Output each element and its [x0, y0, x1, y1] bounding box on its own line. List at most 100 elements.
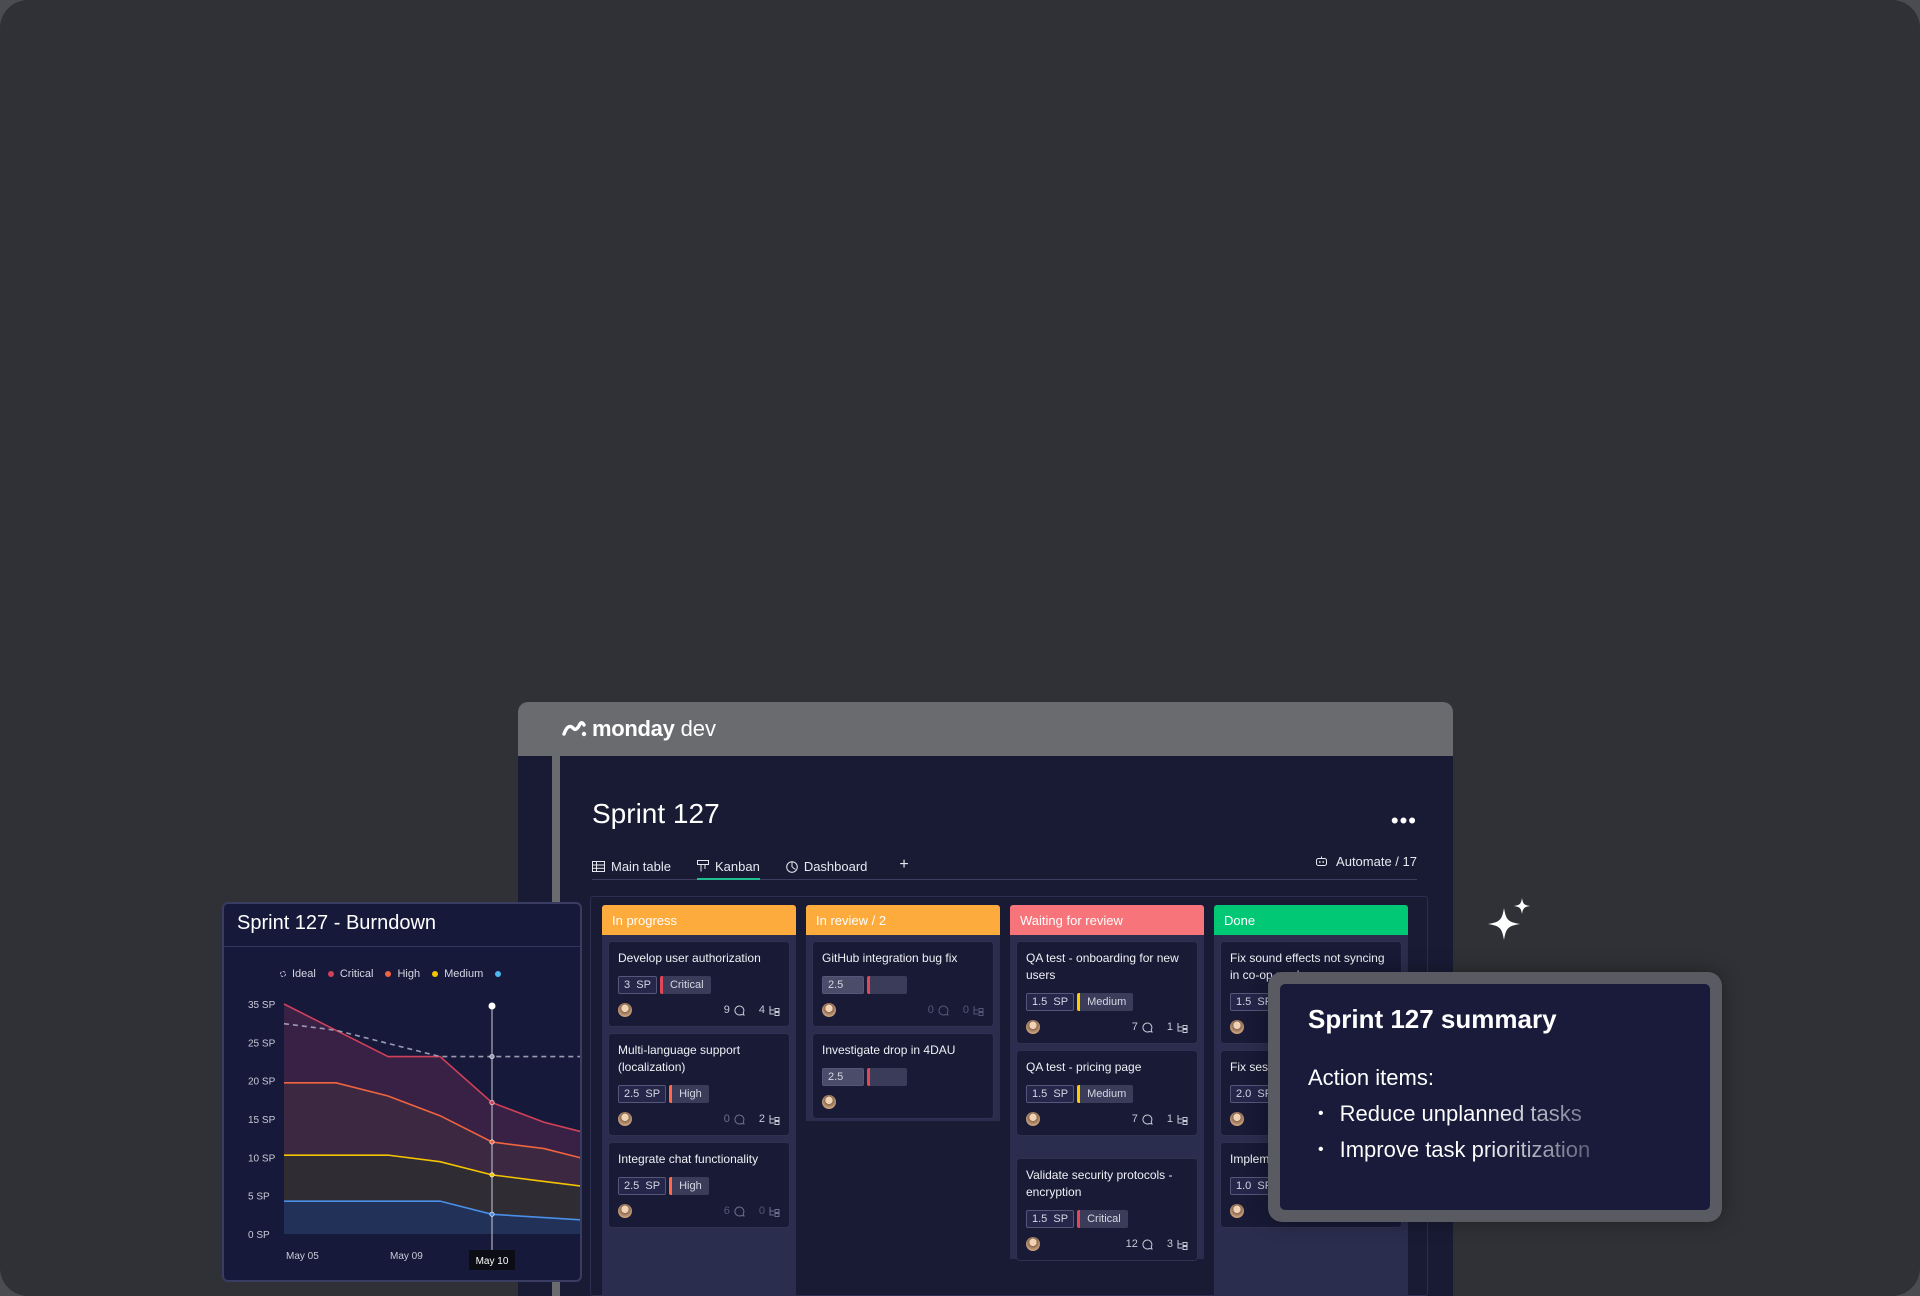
column-header[interactable]: In review / 2	[806, 905, 1000, 935]
comments-count: 6	[724, 1205, 745, 1217]
data-point	[489, 1100, 495, 1106]
subitems-count: 3	[1167, 1238, 1188, 1250]
task-card[interactable]: Multi-language support (localization) 2.…	[608, 1033, 790, 1136]
column-header[interactable]: Waiting for review	[1010, 905, 1204, 935]
y-tick-label: 0 SP	[248, 1230, 270, 1241]
avatar[interactable]	[618, 1003, 632, 1017]
add-view-button[interactable]: +	[899, 854, 908, 876]
story-points-badge: 2.5	[822, 976, 864, 994]
card-title: QA test - onboarding for new users	[1026, 951, 1179, 982]
table-icon	[592, 861, 605, 872]
burndown-widget: Sprint 127 - Burndown Ideal Critical Hig…	[222, 902, 582, 1282]
monday-logo-icon	[562, 721, 587, 737]
kanban-column-in-review: In review / 2 GitHub integration bug fix…	[806, 905, 1000, 1121]
task-card[interactable]: QA test - pricing page 1.5 SP Medium 7 1	[1016, 1050, 1198, 1136]
avatar[interactable]	[822, 1003, 836, 1017]
tab-main-table[interactable]: Main table	[592, 854, 671, 879]
task-card[interactable]: Develop user authorization 3 SP Critical…	[608, 941, 790, 1027]
cursor-handle	[488, 1002, 496, 1010]
task-card[interactable]: QA test - onboarding for new users 1.5 S…	[1016, 941, 1198, 1044]
burndown-chart: 35 SP 25 SP 20 SP 15 SP 10 SP 5 SP 0 SP May 05 M…	[248, 1000, 580, 1270]
brand-name: monday	[592, 716, 675, 741]
comment-icon	[1142, 1238, 1153, 1250]
list-item: Improve task prioritization	[1318, 1137, 1682, 1163]
x-tick-label: May 09	[390, 1251, 423, 1262]
avatar[interactable]	[1026, 1020, 1040, 1034]
task-card[interactable]: Investigate drop in 4DAU 2.5	[812, 1033, 994, 1119]
comment-icon	[1142, 1113, 1153, 1125]
subitems-icon	[1177, 1114, 1188, 1125]
card-title: Investigate drop in 4DAU	[822, 1043, 956, 1057]
card-title: Validate security protocols - encryption	[1026, 1168, 1173, 1199]
avatar[interactable]	[1230, 1020, 1244, 1034]
y-tick-label: 15 SP	[248, 1115, 276, 1126]
comment-icon	[734, 1004, 745, 1016]
priority-badge: High	[669, 1085, 709, 1103]
y-tick-label: 20 SP	[248, 1077, 276, 1088]
automate-button[interactable]: Automate / 17	[1315, 854, 1417, 869]
kanban-column-in-progress: In progress Develop user authorization 3…	[602, 905, 796, 1295]
story-points-badge: 2.5	[822, 1068, 864, 1086]
card-title: QA test - pricing page	[1026, 1060, 1142, 1074]
task-card[interactable]: Validate security protocols - encryption…	[1016, 1158, 1198, 1261]
comment-icon	[734, 1205, 745, 1217]
story-points-badge: 2.5 SP	[618, 1085, 667, 1103]
story-points-badge: 2.5 SP	[618, 1177, 667, 1195]
product-name: dev	[680, 716, 717, 741]
avatar[interactable]	[822, 1095, 836, 1109]
story-points-badge: 1.5 SP	[1026, 1210, 1075, 1228]
subitems-icon	[769, 1005, 780, 1016]
view-tabs: Main table Kanban Dashboard + Automate /…	[592, 854, 1417, 880]
brand-logo[interactable]: monday dev	[562, 716, 716, 742]
avatar[interactable]	[618, 1204, 632, 1218]
list-item: Reduce unplanned tasks	[1318, 1101, 1682, 1127]
card-title: GitHub integration bug fix	[822, 951, 958, 965]
avatar[interactable]	[618, 1112, 632, 1126]
dashboard-icon	[786, 860, 798, 873]
priority-badge: Medium	[1077, 993, 1134, 1011]
tab-label: Kanban	[714, 858, 760, 874]
subitems-count: 2	[759, 1113, 780, 1125]
comments-count: 7	[1132, 1113, 1153, 1125]
column-header[interactable]: Done	[1214, 905, 1408, 935]
priority-badge: Medium	[1077, 1085, 1134, 1103]
tab-kanban[interactable]: Kanban	[696, 854, 760, 880]
tab-dashboard[interactable]: Dashboard	[786, 854, 868, 879]
action-items-list: Reduce unplanned tasks Improve task prio…	[1308, 1101, 1682, 1163]
robot-icon	[1316, 856, 1328, 866]
ai-summary-card: Sprint 127 summary Action items: Reduce …	[1268, 972, 1722, 1222]
app-header: monday dev	[518, 702, 1453, 756]
task-card[interactable]: GitHub integration bug fix 2.5 0 0	[812, 941, 994, 1027]
avatar[interactable]	[1230, 1112, 1244, 1126]
card-title: Develop user authorization	[618, 951, 761, 965]
avatar[interactable]	[1026, 1237, 1040, 1251]
kanban-column-waiting-for-review: Waiting for review QA test - onboarding …	[1010, 905, 1204, 1261]
data-point	[489, 1211, 495, 1217]
task-card[interactable]: Integrate chat functionality 2.5 SP High…	[608, 1142, 790, 1228]
data-point	[489, 1172, 495, 1178]
comments-count: 12	[1126, 1238, 1153, 1250]
more-options-button[interactable]: •••	[1391, 808, 1417, 834]
summary-title: Sprint 127 summary	[1308, 1004, 1557, 1034]
story-points-badge: 1.5 SP	[1026, 1085, 1075, 1103]
subitems-count: 1	[1167, 1021, 1188, 1033]
priority-badge	[867, 976, 907, 994]
y-tick-label: 25 SP	[248, 1038, 276, 1049]
story-points-badge: 3 SP	[618, 976, 657, 994]
subitems-count: 4	[759, 1004, 780, 1016]
comments-count: 0	[724, 1113, 745, 1125]
y-tick-label: 5 SP	[248, 1192, 270, 1203]
priority-badge: Critical	[659, 976, 711, 994]
summary-subtitle: Action items:	[1308, 1065, 1434, 1090]
avatar[interactable]	[1026, 1112, 1040, 1126]
avatar[interactable]	[1230, 1204, 1244, 1218]
x-tick-label: May 05	[286, 1251, 319, 1262]
column-header[interactable]: In progress	[602, 905, 796, 935]
ai-sparkle-icon	[1488, 898, 1530, 940]
card-title: Integrate chat functionality	[618, 1152, 759, 1166]
page-title: Sprint 127	[592, 798, 720, 829]
tab-label: Main table	[611, 859, 671, 874]
data-point	[489, 1139, 495, 1145]
subitems-icon	[1177, 1022, 1188, 1033]
tab-label: Dashboard	[803, 859, 868, 874]
